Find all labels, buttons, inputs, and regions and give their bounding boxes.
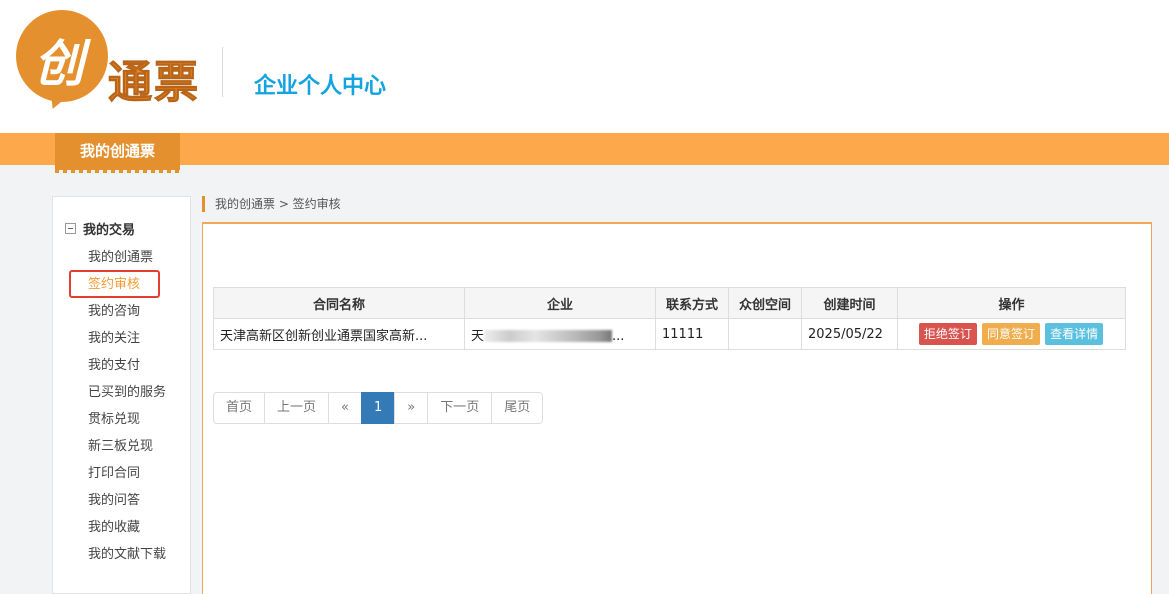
table-row: 天津高新区创新创业通票国家高新... 天... 11111 2025/05/22… bbox=[213, 318, 1126, 350]
sidebar-item-qa[interactable]: 我的问答 bbox=[88, 490, 166, 517]
sidebar-item-print-contract[interactable]: 打印合同 bbox=[88, 463, 166, 490]
page-last[interactable]: 尾页 bbox=[491, 392, 544, 424]
sidebar-item-follow[interactable]: 我的关注 bbox=[88, 328, 166, 355]
col-header-space: 众创空间 bbox=[728, 287, 802, 319]
col-header-company: 企业 bbox=[464, 287, 656, 319]
header-divider bbox=[222, 47, 223, 97]
col-header-contact: 联系方式 bbox=[655, 287, 729, 319]
redacted-company-name bbox=[484, 330, 613, 342]
sidebar-item-downloads[interactable]: 我的文献下载 bbox=[88, 544, 166, 571]
col-header-contract-name: 合同名称 bbox=[213, 287, 465, 319]
cell-actions: 拒绝签订 同意签订 查看详情 bbox=[897, 318, 1126, 350]
page-next-arrow[interactable]: » bbox=[394, 392, 429, 424]
cell-contract-name: 天津高新区创新创业通票国家高新... bbox=[213, 318, 465, 350]
sidebar-section-header[interactable]: 我的交易 bbox=[65, 219, 135, 238]
view-detail-button[interactable]: 查看详情 bbox=[1045, 323, 1104, 345]
logo-char: 创 bbox=[34, 34, 84, 93]
cell-company: 天... bbox=[464, 318, 656, 350]
contract-table: 合同名称 企业 联系方式 众创空间 创建时间 操作 天津高新区创新创业通票国家高… bbox=[213, 287, 1126, 350]
cell-contact: 11111 bbox=[655, 318, 729, 350]
sidebar-item-standard-redeem[interactable]: 贯标兑现 bbox=[88, 409, 166, 436]
cell-created: 2025/05/22 bbox=[801, 318, 898, 350]
table-header-row: 合同名称 企业 联系方式 众创空间 创建时间 操作 bbox=[213, 287, 1126, 319]
breadcrumb: 我的创通票 > 签约审核 bbox=[202, 196, 341, 212]
page-current[interactable]: 1 bbox=[361, 392, 396, 424]
logo-text: 通票 bbox=[108, 57, 200, 109]
page-prev[interactable]: 上一页 bbox=[264, 392, 330, 424]
company-suffix: ... bbox=[612, 328, 625, 344]
company-prefix: 天 bbox=[471, 328, 485, 344]
sidebar: 我的交易 我的创通票 签约审核 我的咨询 我的关注 我的支付 已买到的服务 贯标… bbox=[52, 196, 191, 594]
content-panel: 合同名称 企业 联系方式 众创空间 创建时间 操作 天津高新区创新创业通票国家高… bbox=[202, 222, 1152, 594]
site-subtitle: 企业个人中心 bbox=[254, 74, 387, 99]
reject-sign-button[interactable]: 拒绝签订 bbox=[918, 323, 977, 345]
pagination: 首页 上一页 « 1 » 下一页 尾页 bbox=[213, 392, 544, 424]
sidebar-item-neeq-redeem[interactable]: 新三板兑现 bbox=[88, 436, 166, 463]
logo[interactable]: 创 通票 bbox=[16, 10, 216, 114]
page-next[interactable]: 下一页 bbox=[427, 392, 493, 424]
nav-tab-my-ticket[interactable]: 我的创通票 bbox=[55, 133, 180, 173]
highlight-box bbox=[69, 270, 160, 298]
sidebar-item-favorites[interactable]: 我的收藏 bbox=[88, 517, 166, 544]
sidebar-item-consult[interactable]: 我的咨询 bbox=[88, 301, 166, 328]
collapse-minus-icon[interactable] bbox=[65, 223, 76, 234]
header: 创 通票 企业个人中心 bbox=[0, 0, 1169, 133]
cell-space bbox=[728, 318, 802, 350]
sidebar-item-purchased-services[interactable]: 已买到的服务 bbox=[88, 382, 166, 409]
sidebar-item-payment[interactable]: 我的支付 bbox=[88, 355, 166, 382]
page-prev-arrow[interactable]: « bbox=[328, 392, 362, 424]
sidebar-section-title: 我的交易 bbox=[83, 223, 136, 238]
page-first[interactable]: 首页 bbox=[213, 392, 266, 424]
col-header-created: 创建时间 bbox=[801, 287, 898, 319]
col-header-actions: 操作 bbox=[897, 287, 1126, 319]
agree-sign-button[interactable]: 同意签订 bbox=[981, 323, 1040, 345]
